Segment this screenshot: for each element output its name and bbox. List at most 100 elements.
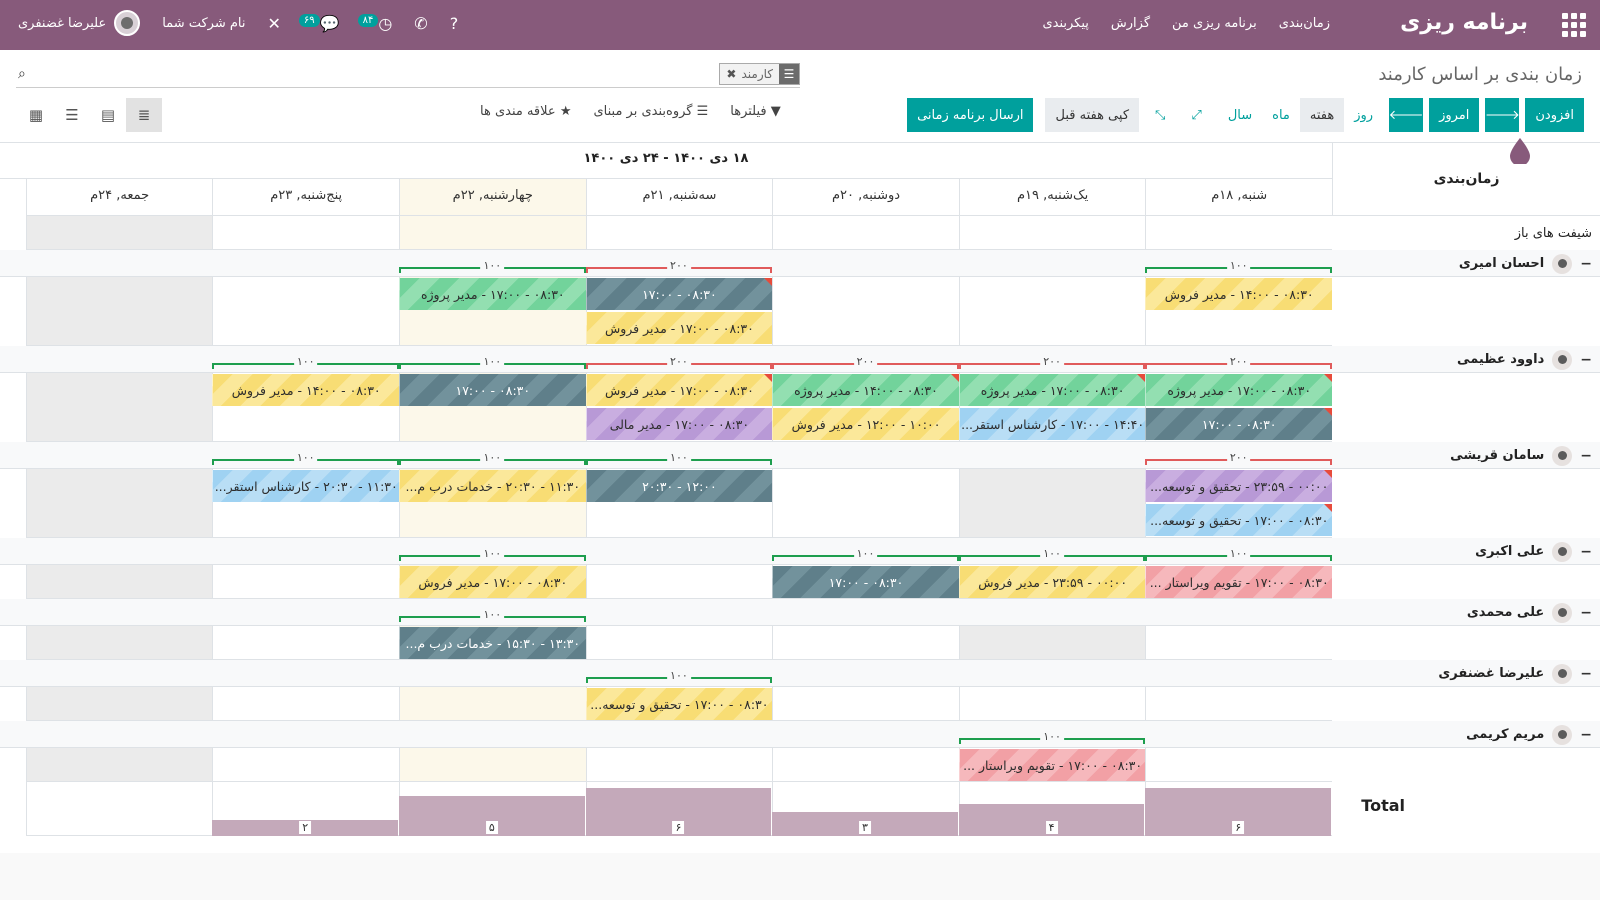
collapse-row-icon[interactable]: −	[1580, 727, 1592, 743]
shift-pill[interactable]: ۰۸:۳۰ - ۱۷:۰۰	[772, 566, 959, 598]
schedule-cell[interactable]	[25, 565, 213, 599]
employee-row-label[interactable]: − داوود عظیمی	[1332, 346, 1600, 373]
app-brand[interactable]: برنامه ریزی	[1400, 10, 1528, 35]
schedule-cell[interactable]	[212, 748, 399, 782]
shift-pill[interactable]: ۱۰:۰۰ - ۱۲:۰۰ - مدیر فروش	[772, 408, 959, 440]
add-button[interactable]: افزودن	[1525, 98, 1584, 132]
schedule-cell[interactable]	[772, 687, 959, 721]
schedule-cell[interactable]	[585, 626, 773, 660]
schedule-cell[interactable]	[958, 469, 1146, 538]
menu-item-configuration[interactable]: پیکربندی	[1042, 16, 1088, 31]
schedule-cell[interactable]	[399, 687, 586, 721]
shift-pill[interactable]: ۱۱:۳۰ - ۲۰:۳۰ - خدمات درب م...	[399, 470, 586, 502]
shift-pill[interactable]: ۰۰:۰۰ - ۲۳:۵۹ - تحقیق و توسعه...	[1145, 470, 1332, 502]
open-shift-cell[interactable]	[585, 216, 773, 250]
scale-day[interactable]: روز	[1344, 98, 1383, 132]
kanban-view-icon[interactable]: ▦	[18, 98, 54, 132]
shift-pill[interactable]: ۱۱:۳۰ - ۲۰:۳۰ - کارشناس استقر...	[212, 470, 399, 502]
employee-row-label[interactable]: − علیرضا غضنفری	[1332, 660, 1600, 687]
shift-pill[interactable]: ۰۸:۳۰ - ۱۷:۰۰ - مدیر فروش	[399, 566, 586, 598]
employee-row-label[interactable]: − سامان قریشی	[1332, 442, 1600, 469]
filters-dropdown[interactable]: ▼ فیلترها	[730, 104, 781, 119]
scale-week[interactable]: هفته	[1299, 98, 1345, 132]
schedule-cell[interactable]	[772, 748, 959, 782]
shift-pill[interactable]: ۰۸:۳۰ - ۱۷:۰۰ - مدیر پروژه	[1145, 374, 1332, 406]
calendar-view-icon[interactable]: ▤	[90, 98, 126, 132]
clock-icon[interactable]: ۸۴ ◷	[357, 13, 392, 33]
schedule-cell[interactable]	[1145, 626, 1332, 660]
expand-rows-icon[interactable]: ⤢	[1181, 98, 1211, 132]
shift-pill[interactable]: ۰۸:۳۰ - ۱۴:۰۰ - مدیر فروش	[212, 374, 399, 406]
send-schedule-button[interactable]: ارسال برنامه زمانی	[907, 98, 1034, 132]
today-button[interactable]: امروز	[1429, 98, 1480, 132]
groupby-dropdown[interactable]: ☰ گروه‌بندی بر مبنای	[593, 104, 708, 119]
schedule-cell[interactable]	[772, 277, 959, 346]
favorites-dropdown[interactable]: ★ علاقه مندی ها	[480, 104, 571, 119]
shift-pill[interactable]: ۰۸:۳۰ - ۱۷:۰۰ - تقویم ویراستار ...	[1145, 566, 1332, 598]
schedule-cell[interactable]	[25, 373, 213, 442]
schedule-cell[interactable]	[958, 277, 1146, 346]
shift-pill[interactable]: ۰۸:۳۰ - ۱۷:۰۰ - مدیر مالی	[585, 408, 773, 440]
schedule-cell[interactable]	[25, 626, 213, 660]
employee-row-label[interactable]: − علی اکبری	[1332, 538, 1600, 565]
shift-pill[interactable]: ۰۸:۳۰ - ۱۷:۰۰ - مدیر پروژه	[958, 374, 1146, 406]
open-shift-cell[interactable]	[25, 216, 213, 250]
shift-pill[interactable]: ۰۸:۳۰ - ۱۷:۰۰	[399, 374, 586, 406]
shift-pill[interactable]: ۰۸:۳۰ - ۱۴:۰۰ - مدیر پروژه	[772, 374, 959, 406]
open-shift-cell[interactable]	[772, 216, 959, 250]
shift-pill[interactable]: ۰۸:۳۰ - ۱۷:۰۰ - مدیر پروژه	[399, 278, 586, 310]
collapse-row-icon[interactable]: −	[1580, 256, 1592, 272]
schedule-cell[interactable]	[25, 469, 213, 538]
shift-pill[interactable]: ۰۸:۳۰ - ۱۴:۰۰ - مدیر فروش	[1145, 278, 1332, 310]
collapse-rows-icon[interactable]: ⤡	[1145, 98, 1175, 132]
prev-arrow-icon[interactable]: 🡐	[1389, 98, 1424, 132]
gantt-view-icon[interactable]: ≣	[126, 98, 162, 132]
shift-pill[interactable]: ۰۸:۳۰ - ۱۷:۰۰ - مدیر فروش	[585, 312, 773, 344]
schedule-cell[interactable]	[772, 469, 959, 538]
shift-pill[interactable]: ۱۳:۳۰ - ۱۵:۳۰ - خدمات درب م...	[399, 627, 586, 659]
schedule-cell[interactable]	[212, 687, 399, 721]
schedule-cell[interactable]	[212, 277, 399, 346]
schedule-cell[interactable]	[399, 748, 586, 782]
schedule-cell[interactable]	[772, 626, 959, 660]
schedule-cell[interactable]	[585, 748, 773, 782]
employee-row-label[interactable]: − مریم کریمی	[1332, 721, 1600, 748]
tools-icon[interactable]: ✕	[268, 14, 281, 33]
shift-pill[interactable]: ۰۸:۳۰ - ۱۷:۰۰ - مدیر فروش	[585, 374, 773, 406]
employee-row-label[interactable]: − علی محمدی	[1332, 599, 1600, 626]
employee-row-label[interactable]: − احسان امیری	[1332, 250, 1600, 277]
schedule-cell[interactable]	[212, 565, 399, 599]
collapse-row-icon[interactable]: −	[1580, 544, 1592, 560]
schedule-cell[interactable]	[25, 687, 213, 721]
phone-icon[interactable]: ✆	[414, 14, 427, 33]
remove-facet-icon[interactable]: ✖	[726, 67, 736, 81]
shift-pill[interactable]: ۱۴:۴۰ - ۱۷:۰۰ - کارشناس استقر...	[958, 408, 1146, 440]
scale-year[interactable]: سال	[1218, 98, 1262, 132]
shift-pill[interactable]: ۰۸:۳۰ - ۱۷:۰۰	[585, 278, 773, 310]
shift-pill[interactable]: ۰۸:۳۰ - ۱۷:۰۰	[1145, 408, 1332, 440]
open-shift-cell[interactable]	[958, 216, 1146, 250]
schedule-cell[interactable]	[25, 748, 213, 782]
copy-previous-week-button[interactable]: کپی هفته قبل	[1045, 98, 1140, 132]
shift-pill[interactable]: ۱۲:۰۰ - ۲۰:۳۰	[585, 470, 773, 502]
shift-pill[interactable]: ۰۰:۰۰ - ۲۳:۵۹ - مدیر فروش	[958, 566, 1146, 598]
search-bar[interactable]: ⌕ ☰ کارمند ✖	[16, 62, 800, 88]
search-icon[interactable]: ⌕	[18, 66, 26, 82]
shift-pill[interactable]: ۰۸:۳۰ - ۱۷:۰۰ - تحقیق و توسعه...	[585, 688, 773, 720]
scale-month[interactable]: ماه	[1262, 98, 1300, 132]
schedule-cell[interactable]	[585, 565, 773, 599]
schedule-cell[interactable]	[1145, 687, 1332, 721]
next-arrow-icon[interactable]: 🡒	[1485, 98, 1520, 132]
menu-item-my-planning[interactable]: برنامه ریزی من	[1172, 16, 1257, 31]
collapse-row-icon[interactable]: −	[1580, 448, 1592, 464]
schedule-cell[interactable]	[958, 626, 1146, 660]
schedule-cell[interactable]	[1145, 748, 1332, 782]
schedule-cell[interactable]	[212, 626, 399, 660]
collapse-row-icon[interactable]: −	[1580, 666, 1592, 682]
shift-pill[interactable]: ۰۸:۳۰ - ۱۷:۰۰ - تقویم ویراستار ...	[958, 749, 1146, 781]
user-menu[interactable]: علیرضا غضنفری	[18, 10, 141, 36]
menu-item-reporting[interactable]: گزارش	[1111, 16, 1150, 31]
shift-pill[interactable]: ۰۸:۳۰ - ۱۷:۰۰ - تحقیق و توسعه...	[1145, 504, 1332, 536]
collapse-row-icon[interactable]: −	[1580, 605, 1592, 621]
chat-icon[interactable]: ۶۹ 💬	[298, 13, 340, 33]
